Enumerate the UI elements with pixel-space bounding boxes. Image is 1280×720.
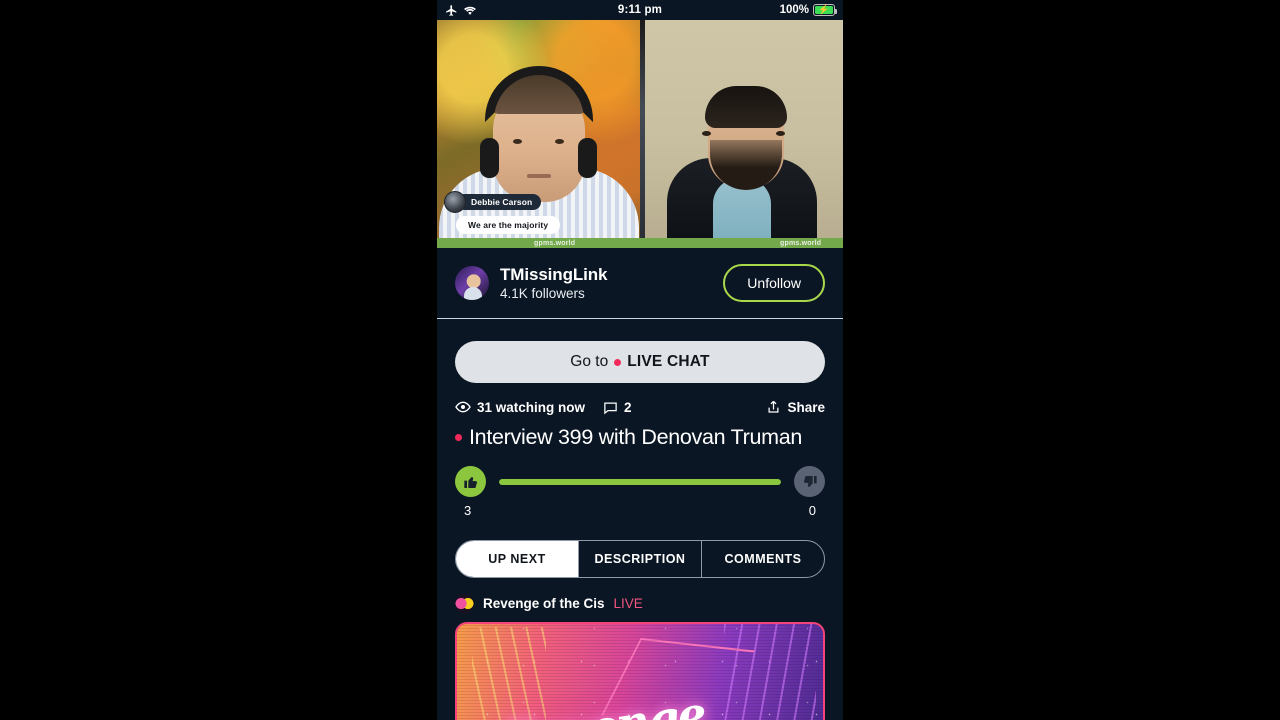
tab-up-next[interactable]: UP NEXT [456,541,578,577]
rating-bar [499,478,781,485]
rating-bar-fill [499,478,781,485]
live-chat-prefix: Go to [570,353,609,370]
up-next-channel-name: Revenge of the Cis [483,596,605,611]
status-bar-right: 100% ⚡ [779,4,837,16]
comment-icon [603,400,618,415]
video-feed-right [640,20,843,240]
rating-counts: 3 0 [455,503,825,518]
chat-overlay: Debbie Carson We are the majority [444,191,614,234]
screen: 9:11 pm 100% ⚡ Debbie Carson We are the … [0,0,1280,720]
channel-row[interactable]: TMissingLink 4.1K followers Unfollow [437,248,843,318]
section-divider [437,318,843,319]
chat-message-bubble: We are the majority [456,216,561,234]
chat-author-name: Debbie Carson [457,194,542,210]
tab-bar: UP NEXT DESCRIPTION COMMENTS [455,540,825,578]
unfollow-button[interactable]: Unfollow [723,264,825,302]
up-next-live-badge: LIVE [613,596,643,611]
up-next-thumbnail[interactable]: Revenge [455,622,825,720]
watermark-left: gpms.world [534,239,576,247]
share-button[interactable]: Share [766,399,825,415]
channel-meta: TMissingLink 4.1K followers [500,264,608,301]
channel-name: TMissingLink [500,264,608,284]
thumbs-up-icon [463,474,479,490]
content-area: Go to LIVE CHAT 31 watching now 2 Share … [437,341,843,720]
watermark-right: gpms.world [780,239,822,247]
battery-charging-icon: ⚡ [813,4,837,16]
video-title-text: Interview 399 with Denovan Truman [469,425,803,449]
live-dot-icon [614,358,622,366]
watching-stat: 31 watching now [455,399,585,415]
watermark-bar: gpms.world gpms.world [437,238,843,248]
channel-followers: 4.1K followers [500,285,585,301]
up-next-avatar [455,594,474,613]
thumbs-down-button[interactable] [794,466,825,497]
up-next-channel-row[interactable]: Revenge of the Cis LIVE [455,594,825,613]
comments-stat[interactable]: 2 [603,400,632,415]
share-label: Share [787,399,825,415]
rating-row [455,466,825,497]
tab-comments[interactable]: COMMENTS [701,541,824,577]
watching-count-label: 31 watching now [477,399,586,415]
video-title: Interview 399 with Denovan Truman [455,425,825,450]
battery-percent-label: 100% [779,4,809,16]
live-chat-label: LIVE CHAT [627,353,710,370]
thumbs-down-count: 0 [808,503,816,518]
go-to-live-chat-button[interactable]: Go to LIVE CHAT [455,341,825,383]
comments-count-label: 2 [624,399,632,415]
tab-description[interactable]: DESCRIPTION [578,541,701,577]
channel-avatar[interactable] [455,266,489,300]
live-dot-icon [455,434,462,441]
video-player[interactable]: Debbie Carson We are the majority gpms.w… [437,20,843,248]
chat-avatar [444,191,466,213]
status-bar: 9:11 pm 100% ⚡ [437,0,843,20]
thumbs-up-count: 3 [464,503,472,518]
thumbs-down-icon [802,474,818,490]
stats-row: 31 watching now 2 Share [455,399,825,415]
eye-icon [455,399,471,415]
phone-viewport: 9:11 pm 100% ⚡ Debbie Carson We are the … [437,0,843,720]
chat-author-row: Debbie Carson [444,191,614,213]
share-icon [766,399,781,415]
thumbs-up-button[interactable] [455,466,486,497]
